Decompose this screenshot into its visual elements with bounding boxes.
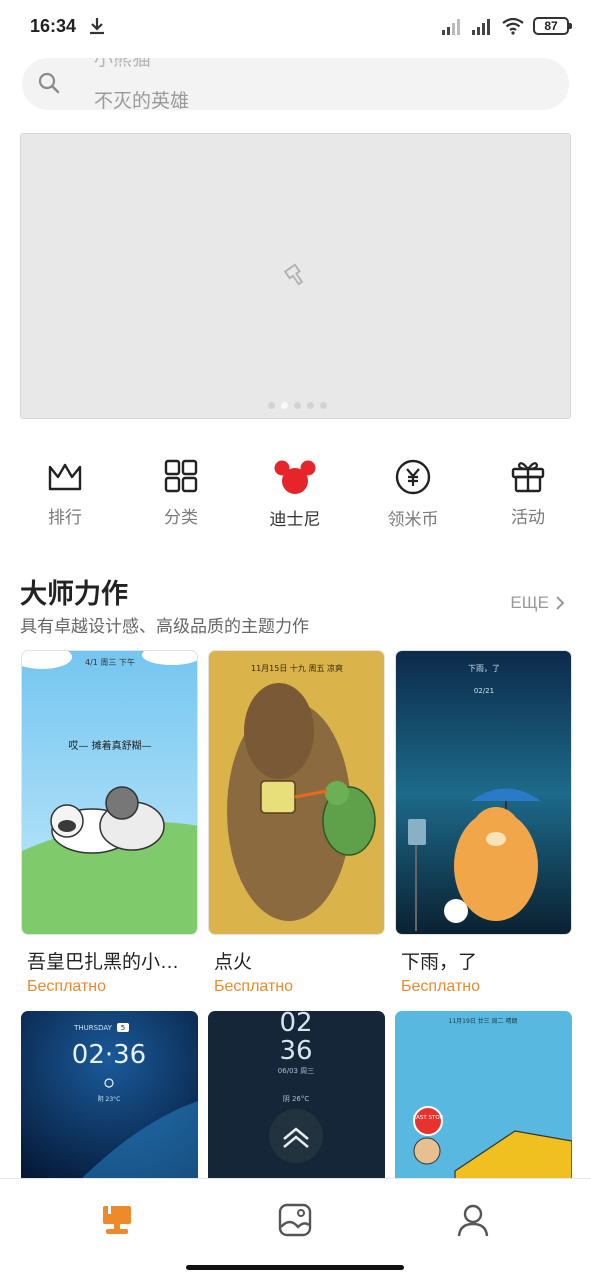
- more-link[interactable]: ЕЩЕ: [510, 593, 565, 613]
- theme-preview: 4/1 周三 下午 哎— 摊着真舒糊—: [21, 650, 198, 935]
- status-bar: 16:34 87: [0, 0, 591, 54]
- preview-date: 4/1 周三 下午: [85, 657, 135, 667]
- theme-title: 下雨，了: [401, 952, 478, 973]
- home-indicator[interactable]: [186, 1265, 404, 1270]
- theme-title: 点火: [214, 952, 253, 973]
- search-icon: [38, 72, 60, 94]
- quick-nav: 排行 分类 迪士尼 领米币 活动: [0, 455, 591, 535]
- preview-date: 11月19日 廿三 周二 晴朗: [449, 1017, 518, 1025]
- mickey-icon: [274, 460, 316, 494]
- search-previous-hint: 小熊猫: [94, 58, 152, 70]
- section-subtitle: 具有卓越设计感、高级品质的主题力作: [20, 617, 309, 636]
- preview-time: 02·36: [72, 1040, 146, 1070]
- quick-nav-ranking[interactable]: 排行: [15, 455, 115, 535]
- theme-preview: 11月15日 十九 周五 凉爽: [208, 650, 385, 935]
- preview-weather: 阴 26°C: [283, 1094, 310, 1103]
- theme-price: Бесплатно: [401, 978, 481, 995]
- theme-price: Бесплатно: [214, 978, 294, 995]
- theme-preview-art: 11月15日 十九 周五 凉爽: [209, 651, 384, 934]
- quick-nav-events[interactable]: 活动: [478, 455, 578, 535]
- banner-carousel[interactable]: [20, 133, 571, 419]
- preview-caption: 哎— 摊着真舒糊—: [68, 739, 151, 752]
- quick-nav-label: 分类: [164, 508, 198, 527]
- theme-preview: 02 36 06/03 周三 阴 26°C: [208, 1011, 385, 1179]
- paint-brush-icon: [103, 1206, 131, 1234]
- theme-preview-art: 02 36 06/03 周三 阴 26°C: [208, 1011, 385, 1179]
- gift-icon: [511, 462, 545, 493]
- preview-date: 06/03 周三: [278, 1067, 314, 1075]
- carousel-dot: [294, 402, 301, 409]
- preview-hour: 02: [279, 1011, 312, 1038]
- wifi-icon: [502, 17, 524, 35]
- preview-date: 02/21: [474, 687, 494, 695]
- signal-icon: [472, 19, 490, 35]
- signal-icon: [442, 19, 460, 35]
- preview-sign: LAST STOP: [413, 1115, 444, 1121]
- image-icon: [278, 1203, 312, 1237]
- carousel-dots: [268, 402, 327, 409]
- theme-preview-art: THURSDAY 5 02·36 阴 23°C: [21, 1011, 198, 1179]
- theme-card[interactable]: THURSDAY 5 02·36 阴 23°C: [21, 1011, 198, 1179]
- yen-coin-icon: [395, 459, 431, 495]
- crown-icon: [48, 463, 82, 491]
- quick-nav-label: 迪士尼: [269, 510, 321, 529]
- carousel-dot-active: [281, 402, 288, 409]
- theme-preview: 下雨，了 02/21: [395, 650, 572, 935]
- carousel-dot: [320, 402, 327, 409]
- preview-weekday: THURSDAY: [73, 1024, 112, 1032]
- more-label: ЕЩЕ: [510, 593, 549, 612]
- download-icon: [90, 18, 104, 35]
- theme-title: 吾皇巴扎黑的小日…: [27, 952, 197, 973]
- preview-weather: 阴 23°C: [98, 1095, 121, 1103]
- search-input[interactable]: 小熊猫 不灭的英雄: [22, 58, 569, 110]
- battery-indicator: 87: [533, 17, 572, 35]
- theme-card[interactable]: 11月15日 十九 周五 凉爽 点火 Бесплатно: [208, 650, 385, 996]
- theme-preview: 11月19日 廿三 周二 晴朗 LAST STOP: [395, 1011, 572, 1179]
- quick-nav-label: 排行: [48, 508, 82, 527]
- grid-icon: [164, 459, 198, 493]
- chevron-right-icon: [556, 596, 565, 610]
- theme-card[interactable]: 下雨，了 02/21 下雨，了 Бесплатно: [395, 650, 572, 996]
- tab-profile[interactable]: [454, 1201, 494, 1241]
- quick-nav-coins[interactable]: 领米币: [363, 455, 463, 535]
- quick-nav-label: 领米币: [387, 510, 439, 529]
- theme-card[interactable]: 02 36 06/03 周三 阴 26°C: [208, 1011, 385, 1179]
- preview-date: 11月15日 十九 周五 凉爽: [251, 663, 343, 673]
- preview-minute: 36: [279, 1036, 312, 1066]
- search-placeholder: 不灭的英雄: [94, 91, 190, 110]
- tab-wallpapers[interactable]: [276, 1201, 316, 1241]
- quick-nav-category[interactable]: 分类: [131, 455, 231, 535]
- person-icon: [457, 1204, 489, 1237]
- preview-text: 下雨，了: [468, 664, 500, 673]
- carousel-dot: [307, 402, 314, 409]
- tab-themes[interactable]: [98, 1201, 138, 1241]
- theme-preview: THURSDAY 5 02·36 阴 23°C: [21, 1011, 198, 1179]
- status-icons: 87: [441, 16, 572, 36]
- theme-preview-art: 4/1 周三 下午 哎— 摊着真舒糊—: [22, 651, 197, 934]
- theme-price: Бесплатно: [27, 978, 107, 995]
- quick-nav-label: 活动: [511, 508, 545, 527]
- theme-preview-art: 11月19日 廿三 周二 晴朗 LAST STOP: [395, 1011, 572, 1179]
- theme-preview-art: 下雨，了 02/21: [396, 651, 571, 934]
- brush-placeholder-icon: [283, 263, 304, 286]
- status-time: 16:34: [30, 16, 77, 36]
- quick-nav-disney[interactable]: 迪士尼: [245, 455, 345, 535]
- carousel-dot: [268, 402, 275, 409]
- section-title: 大师力作: [20, 579, 128, 609]
- theme-card[interactable]: 4/1 周三 下午 哎— 摊着真舒糊— 吾皇巴扎黑的小日… Бесплатно: [21, 650, 198, 996]
- theme-card[interactable]: 11月19日 廿三 周二 晴朗 LAST STOP: [395, 1011, 572, 1179]
- preview-day: 5: [121, 1024, 125, 1032]
